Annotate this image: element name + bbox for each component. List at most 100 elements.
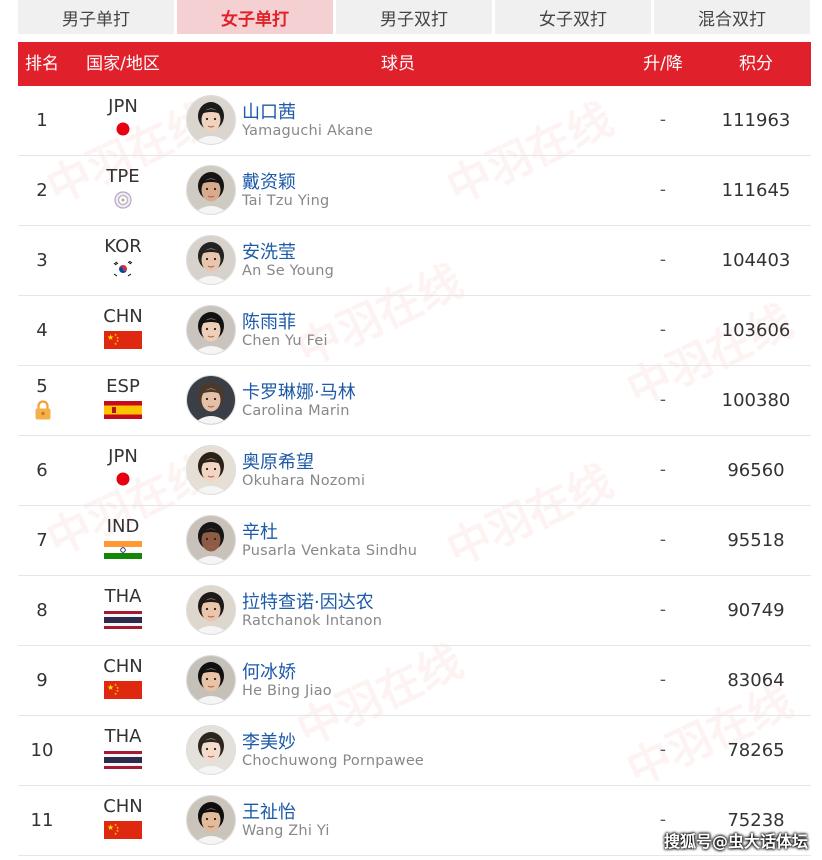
player-name-link[interactable]: 卡罗琳娜·马林 (242, 378, 356, 404)
flag-chn-icon: ★ ★★★★ (104, 331, 142, 349)
player-avatar[interactable] (186, 235, 236, 285)
player-name-link[interactable]: 安洗莹 (242, 238, 296, 264)
flag-tha-icon (104, 751, 142, 769)
player-avatar[interactable] (186, 95, 236, 145)
player-name-english: Okuhara Nozomi (242, 473, 366, 489)
points-cell: 111963 (721, 110, 791, 131)
flag-chn-icon: ★ ★★★★ (104, 681, 142, 699)
country-cell: CHN ★ ★ ★ ★ ★ (90, 656, 156, 699)
table-row: 3 KOR 安洗莹 An Se Young - 104403 (18, 226, 811, 296)
player-name-link[interactable]: 戴资颖 (242, 168, 296, 194)
rank-cell: 3 (36, 250, 48, 271)
flag-kor-icon (112, 261, 134, 277)
player-name-english: Chen Yu Fei (242, 333, 328, 349)
header-trend: 升/降 (643, 54, 683, 74)
source-watermark: 搜狐号@虫大话体坛 (663, 832, 808, 851)
table-row: 9 CHN ★ ★ ★ ★ ★ 何冰娇 He Bing Jiao - 83064 (18, 646, 811, 716)
country-cell: CHN ★ ★ ★ ★ ★ (90, 306, 156, 349)
trend-cell: - (659, 320, 667, 340)
trend-cell: - (659, 180, 667, 200)
player-name-link[interactable]: 山口茜 (242, 98, 296, 124)
table-row: 7 IND 辛杜 Pusarla Venkata Sindhu - 95518 (18, 506, 811, 576)
trend-cell: - (659, 460, 667, 480)
rank-cell: 11 (30, 810, 54, 831)
points-cell: 96560 (727, 460, 785, 481)
player-name-english: Yamaguchi Akane (242, 123, 374, 139)
player-avatar[interactable] (186, 725, 236, 775)
country-code: CHN (103, 306, 143, 327)
rank-cell: 8 (36, 600, 48, 621)
points-cell: 100380 (721, 390, 791, 411)
player-name-link[interactable]: 王祉怡 (242, 798, 296, 824)
country-code: TPE (106, 166, 140, 187)
rank-cell: 10 (30, 740, 54, 761)
player-avatar[interactable] (186, 375, 236, 425)
country-cell: CHN ★ ★ ★ ★ ★ (90, 796, 156, 839)
country-cell: JPN (90, 96, 156, 137)
header-player: 球员 (381, 54, 415, 74)
country-code: ESP (106, 376, 140, 397)
player-name-link[interactable]: 何冰娇 (242, 658, 296, 684)
country-code: THA (104, 586, 142, 607)
points-cell: 103606 (721, 320, 791, 341)
trend-cell: - (659, 810, 667, 830)
player-avatar[interactable] (186, 795, 236, 845)
svg-text:★: ★ (114, 832, 117, 836)
player-avatar[interactable] (186, 655, 236, 705)
player-name-english: He Bing Jiao (242, 683, 332, 699)
player-name-link[interactable]: 辛杜 (242, 518, 278, 544)
player-avatar[interactable] (186, 585, 236, 635)
player-name-english: Ratchanok Intanon (242, 613, 383, 629)
country-code: IND (106, 516, 140, 537)
player-avatar[interactable] (186, 515, 236, 565)
flag-tha-icon (104, 611, 142, 629)
rank-cell: 9 (36, 670, 48, 691)
country-cell: KOR (90, 236, 156, 277)
table-header: 排名 国家/地区 球员 升/降 积分 (18, 42, 811, 86)
player-avatar[interactable] (186, 445, 236, 495)
tab-mens-doubles[interactable]: 男子双打 (336, 0, 492, 34)
player-avatar[interactable] (186, 305, 236, 355)
table-row: 6 JPN 奥原希望 Okuhara Nozomi - 96560 (18, 436, 811, 506)
trend-cell: - (659, 530, 667, 550)
country-cell: TPE (90, 166, 156, 209)
trend-cell: - (659, 600, 667, 620)
player-name-english: Pusarla Venkata Sindhu (242, 543, 418, 559)
country-code: JPN (108, 96, 138, 117)
country-code: CHN (103, 796, 143, 817)
tab-mens-singles[interactable]: 男子单打 (18, 0, 174, 34)
tab-womens-doubles[interactable]: 女子双打 (495, 0, 651, 34)
flag-ind-icon (104, 541, 142, 559)
points-cell: 83064 (727, 670, 785, 691)
ranking-table: 1 JPN 山口茜 Yamaguchi Akane - 111963 2 TPE 戴资颖 Tai … (18, 86, 811, 856)
table-row: 8 THA 拉特查诺·因达农 Ratchanok Intanon - 90749 (18, 576, 811, 646)
flag-jpn-icon (116, 122, 130, 136)
rank-cell: 2 (36, 180, 48, 201)
lock-icon (34, 400, 52, 420)
trend-cell: - (659, 110, 667, 130)
header-points: 积分 (739, 54, 773, 74)
player-name-link[interactable]: 拉特查诺·因达农 (242, 588, 374, 614)
player-name-link[interactable]: 陈雨菲 (242, 308, 296, 334)
country-cell: JPN (90, 446, 156, 487)
player-name-english: An Se Young (242, 263, 335, 279)
tab-womens-singles[interactable]: 女子单打 (177, 0, 333, 34)
player-avatar[interactable] (186, 165, 236, 215)
points-cell: 95518 (727, 530, 785, 551)
category-tabs: 男子单打 女子单打 男子双打 女子双打 混合双打 (18, 0, 811, 34)
player-name-link[interactable]: 奥原希望 (242, 448, 314, 474)
player-name-link[interactable]: 李美妙 (242, 728, 296, 754)
tab-mixed-doubles[interactable]: 混合双打 (654, 0, 810, 34)
trend-cell: - (659, 740, 667, 760)
points-cell: 90749 (727, 600, 785, 621)
flag-jpn-icon (116, 472, 130, 486)
points-cell: 111645 (721, 180, 791, 201)
header-country: 国家/地区 (86, 54, 160, 74)
country-code: JPN (108, 446, 138, 467)
table-row: 5 ESP 卡罗琳娜·马林 Carolina Marin - 100380 (18, 366, 811, 436)
country-cell: THA (90, 726, 156, 769)
trend-cell: - (659, 250, 667, 270)
flag-tpe-icon (114, 191, 132, 209)
flag-esp-icon (104, 401, 142, 419)
rank-cell: 6 (36, 460, 48, 481)
